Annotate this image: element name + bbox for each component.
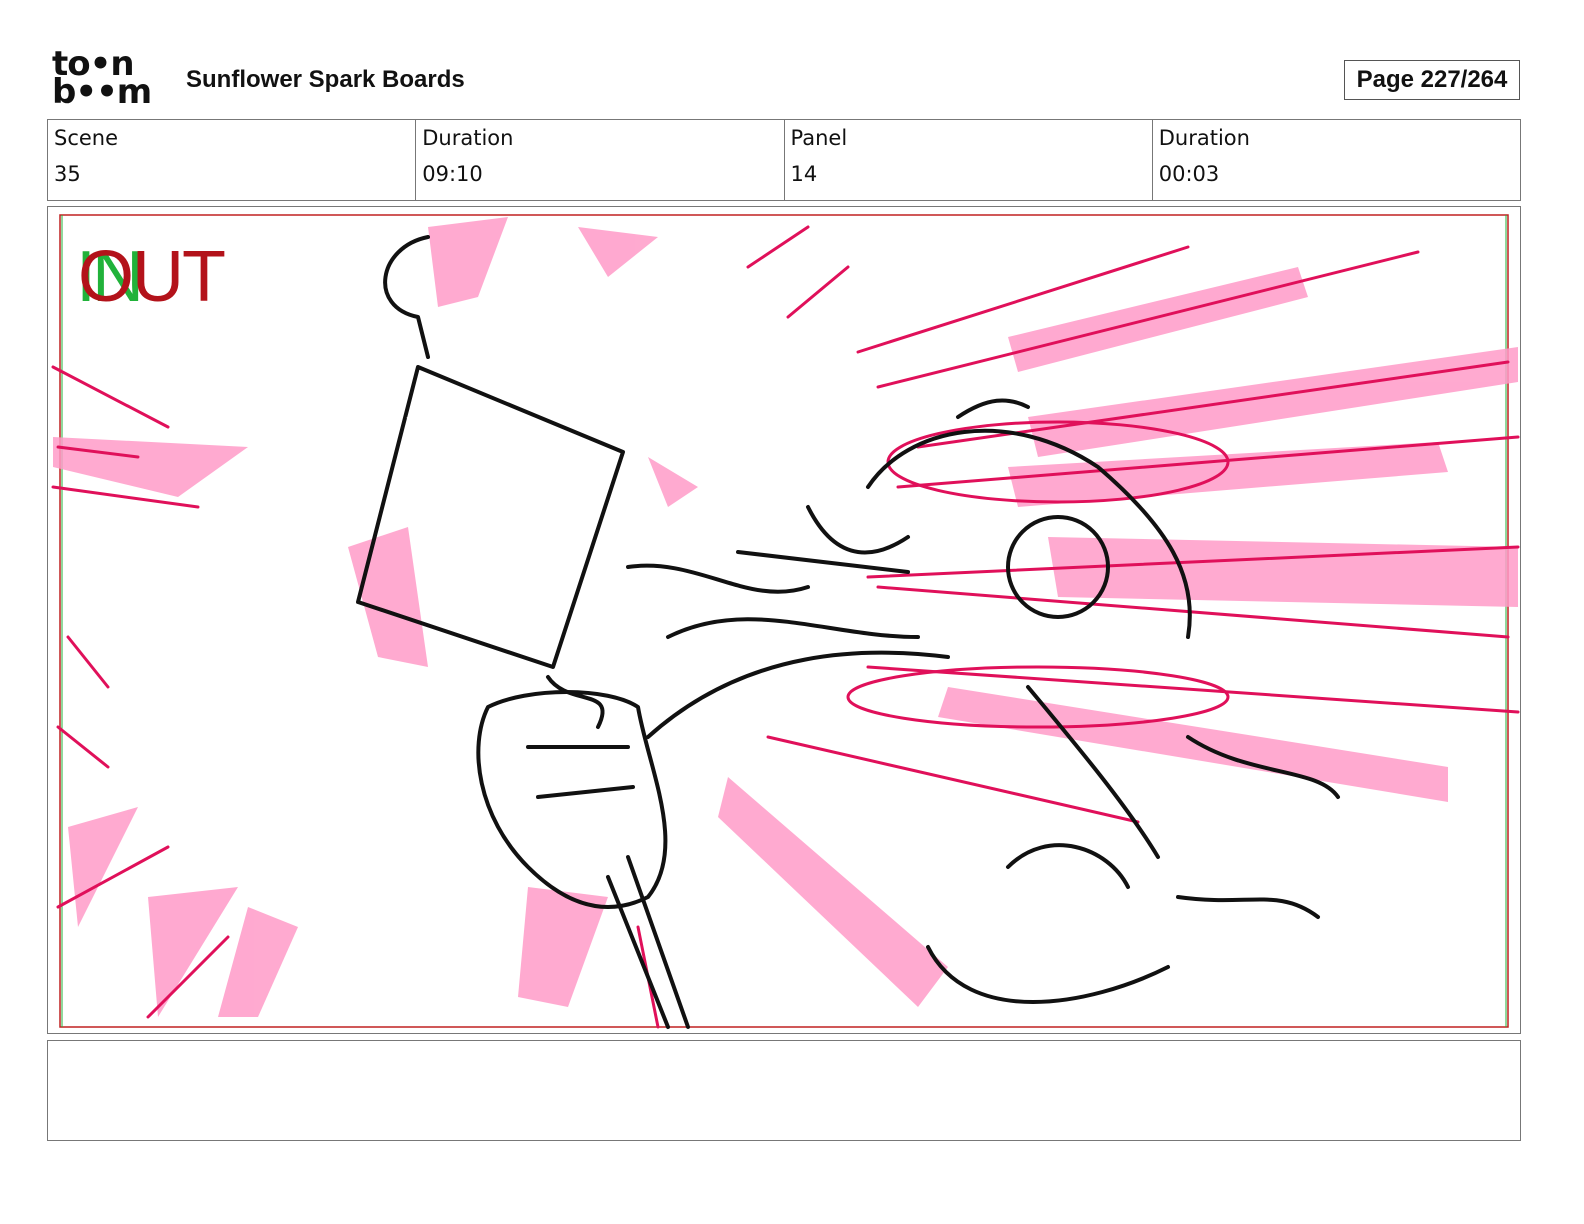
storyboard-panel bbox=[47, 206, 1521, 1034]
scene-value: 35 bbox=[54, 162, 81, 186]
scene-duration-cell: Duration 09:10 bbox=[416, 120, 785, 200]
pink-speed-streaks bbox=[53, 217, 1518, 1017]
panel-notes-box bbox=[47, 1040, 1521, 1141]
scene-info-table: Scene 35 Duration 09:10 Panel 14 Duratio… bbox=[47, 119, 1521, 201]
panel-value: 14 bbox=[790, 162, 818, 186]
scene-duration-value: 09:10 bbox=[422, 162, 483, 186]
storyboard-sketch bbox=[51, 214, 1520, 1029]
logo-bottom-text: b••m bbox=[52, 72, 152, 112]
panel-label: Panel bbox=[790, 126, 848, 150]
document-title: Sunflower Spark Boards bbox=[186, 66, 465, 93]
scene-cell: Scene 35 bbox=[48, 120, 417, 200]
toon-boom-logo: to•n b••m bbox=[52, 47, 164, 112]
scene-label: Scene bbox=[54, 126, 119, 150]
page-indicator: Page 227/264 bbox=[1344, 60, 1520, 100]
out-marker: OUT bbox=[78, 237, 226, 317]
panel-duration-label: Duration bbox=[1158, 126, 1250, 150]
panel-cell: Panel 14 bbox=[785, 120, 1153, 200]
panel-duration-value: 00:03 bbox=[1158, 162, 1220, 186]
white-glare-lines bbox=[406, 396, 550, 628]
panel-duration-cell: Duration 00:03 bbox=[1153, 120, 1520, 200]
scene-duration-label: Duration bbox=[422, 126, 514, 150]
